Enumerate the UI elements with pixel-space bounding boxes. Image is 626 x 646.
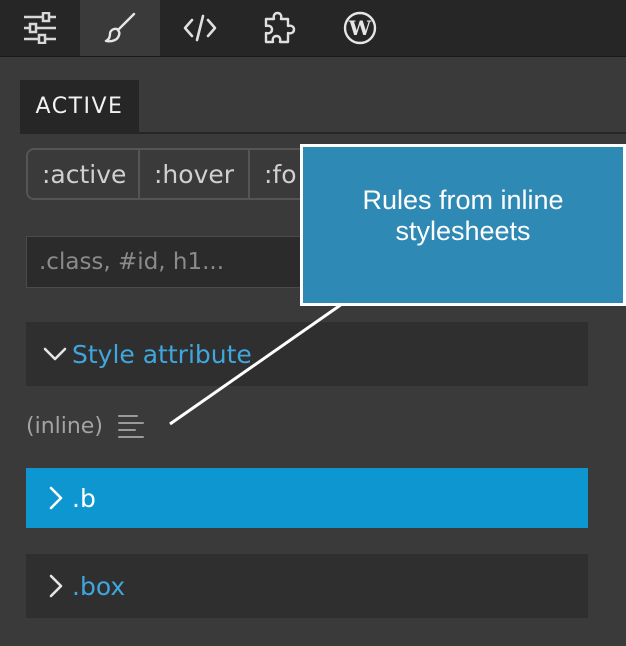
annotation-callout: Rules from inline stylesheets: [300, 144, 626, 306]
wordpress-icon: W: [343, 11, 377, 45]
code-icon: [183, 14, 217, 42]
rule-b[interactable]: .b: [26, 468, 588, 528]
callout-text: Rules from inline stylesheets: [362, 185, 564, 246]
code-tab[interactable]: [160, 0, 240, 56]
chevron-right-icon: [49, 486, 63, 510]
rule-style-attribute-label: Style attribute: [72, 339, 252, 369]
rule-style-attribute[interactable]: Style attribute: [26, 322, 588, 386]
components-tab[interactable]: [240, 0, 320, 56]
align-left-icon[interactable]: [117, 413, 145, 439]
top-toolbar: W: [0, 0, 626, 57]
svg-text:W: W: [348, 16, 372, 40]
state-tab-active[interactable]: ACTIVE: [20, 80, 139, 132]
settings-tab[interactable]: [0, 0, 80, 56]
sliders-icon: [24, 12, 56, 44]
wordpress-tab[interactable]: W: [320, 0, 400, 56]
tab-divider: [20, 132, 626, 134]
pseudo-hover-button[interactable]: :hover: [140, 150, 250, 198]
chevron-right-icon: [49, 574, 63, 598]
inline-source: (inline): [26, 408, 145, 444]
rule-b-label: .b: [72, 483, 96, 513]
selector-input[interactable]: [26, 236, 346, 288]
style-tab[interactable]: [80, 0, 160, 56]
chevron-down-icon: [43, 347, 67, 361]
pseudo-active-button[interactable]: :active: [28, 150, 140, 198]
rule-box-label: .box: [72, 571, 126, 601]
rule-box[interactable]: .box: [26, 554, 588, 618]
inline-label: (inline): [26, 413, 103, 439]
paintbrush-icon: [104, 12, 136, 43]
puzzle-icon: [264, 11, 296, 44]
